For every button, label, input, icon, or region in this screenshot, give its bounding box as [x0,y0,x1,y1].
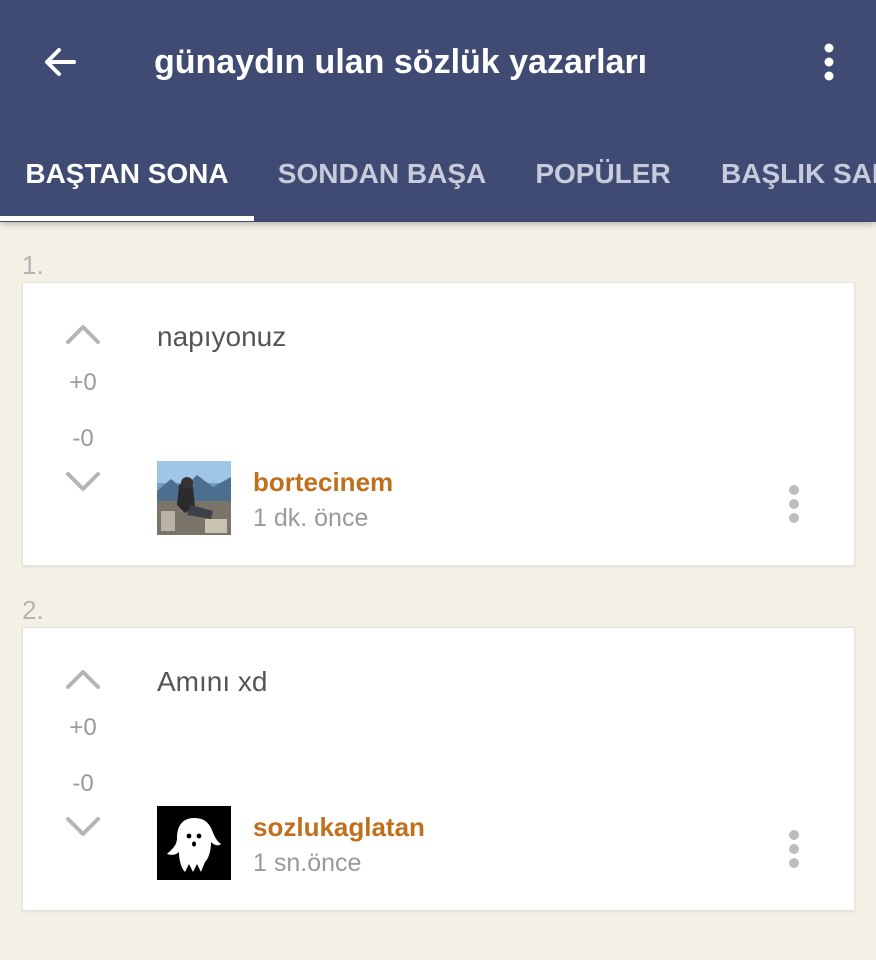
entry-menu-button[interactable] [779,479,809,529]
author-link[interactable]: sozlukaglatan [253,812,425,843]
downvote-button[interactable] [63,467,103,497]
tab-sondan-basa[interactable]: SONDAN BAŞA [254,130,510,218]
page-title: günaydın ulan sözlük yazarları [154,43,648,81]
entry-card: +0 -0 Amını xd sozlukaglatan 1 sn.önce [22,627,855,911]
upvote-count: +0 [69,714,97,741]
more-vertical-icon [789,485,799,523]
entry-card: +0 -0 napıyonuz bortecinem 1 dk. önce [22,282,855,566]
chevron-down-icon [66,472,100,491]
upvote-count: +0 [69,369,97,396]
tab-bar: BAŞTAN SONA SONDAN BAŞA POPÜLER BAŞLIK S… [0,130,876,222]
upvote-button[interactable] [63,319,103,349]
chevron-up-icon [66,325,100,344]
downvote-count: -0 [72,770,94,797]
arrow-left-icon [45,48,76,76]
author-link[interactable]: bortecinem [253,467,393,498]
entry-text: Amını xd [157,666,268,697]
back-button[interactable] [30,34,90,90]
photo-avatar[interactable] [157,461,231,535]
overflow-menu-button[interactable] [806,36,852,88]
downvote-count: -0 [72,425,94,452]
tab-baslik-sahibi[interactable]: BAŞLIK SAHİBİ [696,130,876,218]
more-vertical-icon [789,830,799,868]
entry-menu-button[interactable] [779,824,809,874]
downvote-button[interactable] [63,812,103,842]
entry-time: 1 dk. önce [253,504,369,532]
photo-avatar-image [157,461,231,535]
app-bar: günaydın ulan sözlük yazarları BAŞTAN SO… [0,0,876,222]
tab-populer[interactable]: POPÜLER [510,130,696,218]
upvote-button[interactable] [63,664,103,694]
tab-bastan-sona[interactable]: BAŞTAN SONA [0,130,254,218]
entry-time: 1 sn.önce [253,849,362,877]
ghost-icon [157,806,231,880]
chevron-down-icon [66,817,100,836]
ghost-avatar[interactable] [157,806,231,880]
entry-text: napıyonuz [157,321,287,352]
entry-index: 1. [22,250,44,280]
active-tab-indicator [0,216,254,221]
entry-index: 2. [22,595,44,625]
more-vertical-icon [824,43,834,81]
chevron-up-icon [66,670,100,689]
